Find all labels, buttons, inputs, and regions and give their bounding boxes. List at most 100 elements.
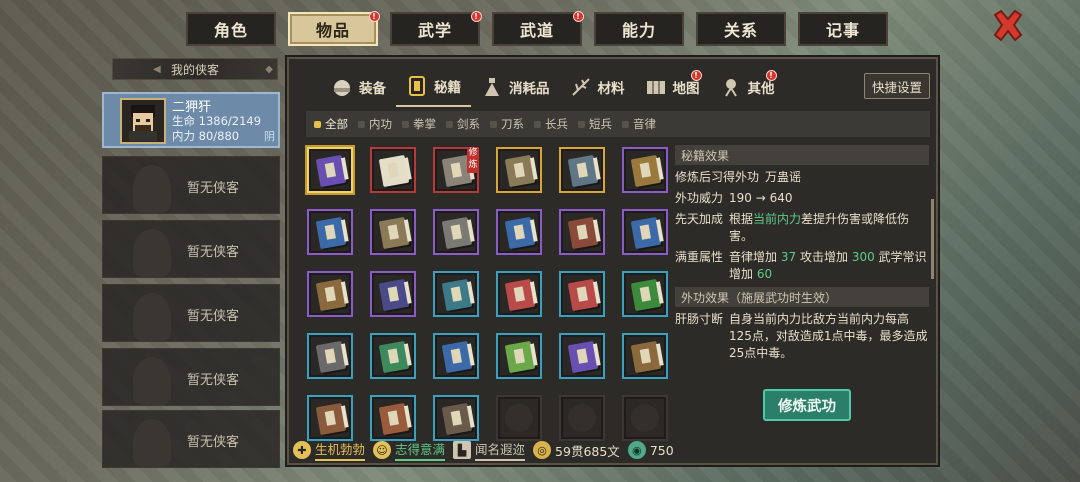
bullet-icon: [402, 120, 409, 128]
item-slot[interactable]: [433, 395, 479, 441]
empty-label: 暂无侠客: [187, 245, 240, 260]
detail-key: 外功威力: [675, 191, 724, 205]
book-label: [513, 224, 525, 240]
tab-ability[interactable]: 能力: [594, 12, 684, 46]
item-slot[interactable]: [433, 271, 479, 317]
item-slot[interactable]: [370, 147, 416, 193]
filter-polearm[interactable]: 长兵: [534, 116, 568, 132]
status-label: 59贯685文: [555, 443, 620, 459]
tab-label: 秘籍: [434, 80, 461, 96]
item-slot[interactable]: [622, 333, 668, 379]
item-slot[interactable]: [307, 147, 353, 193]
potion-icon: [481, 76, 503, 98]
empty-item-slot[interactable]: [559, 395, 605, 441]
tab-role[interactable]: 角色: [186, 12, 276, 46]
item-slot[interactable]: [370, 271, 416, 317]
item-slot[interactable]: [496, 271, 542, 317]
tab-relations[interactable]: 关系: [696, 12, 786, 46]
item-slot[interactable]: [559, 147, 605, 193]
item-slot[interactable]: [433, 209, 479, 255]
tab-items[interactable]: 物品!: [288, 11, 380, 46]
jade-icon: ◉: [627, 441, 646, 459]
item-slot[interactable]: [622, 209, 668, 255]
book-label: [639, 286, 651, 302]
detail-power-row: 外功威力 190 → 640: [675, 190, 929, 207]
item-slot[interactable]: [496, 333, 542, 379]
tab-consumables[interactable]: 消耗品: [471, 67, 560, 107]
item-slot[interactable]: [559, 209, 605, 255]
training-tag: 修炼: [467, 147, 479, 173]
book-pages: [403, 157, 412, 180]
item-slot[interactable]: [496, 147, 542, 193]
filter-neigong[interactable]: 内功: [358, 116, 392, 132]
empty-item-slot[interactable]: [622, 395, 668, 441]
detail-scrollbar[interactable]: [931, 199, 934, 279]
manual-book-icon: [441, 340, 475, 374]
power-to: 640: [769, 191, 793, 205]
filter-sword[interactable]: 剑系: [446, 116, 480, 132]
tab-equipment[interactable]: 装备: [321, 67, 396, 107]
tab-other[interactable]: 其他 !: [710, 67, 785, 107]
detail-value: 根据当前内力差提升伤害或降低伤害。: [729, 211, 929, 245]
item-slot[interactable]: [370, 209, 416, 255]
book-label: [324, 224, 336, 240]
item-slot[interactable]: [307, 271, 353, 317]
filter-music[interactable]: 音律: [622, 116, 656, 132]
text-part: 根据: [729, 212, 754, 226]
empty-hero-slot[interactable]: 暂无侠客: [102, 284, 280, 342]
silhouette-icon: [133, 357, 171, 405]
item-slot[interactable]: [307, 209, 353, 255]
bullet-icon: [578, 120, 585, 128]
manual-book-icon: [441, 278, 475, 312]
item-slot[interactable]: 修炼: [433, 147, 479, 193]
manual-book-icon: [630, 216, 664, 250]
filter-short[interactable]: 短兵: [578, 116, 612, 132]
filter-label: 内功: [369, 117, 392, 131]
book-pages: [655, 343, 664, 366]
close-icon[interactable]: [990, 8, 1026, 44]
mp-label: 内力: [172, 129, 195, 143]
empty-label: 暂无侠客: [187, 373, 240, 388]
detail-key: 肝肠寸断: [675, 312, 724, 326]
item-slot[interactable]: [307, 333, 353, 379]
status-label: 志得意满: [395, 439, 446, 461]
item-slot[interactable]: [307, 395, 353, 441]
hero-card[interactable]: 二狎犴 生命 1386/2149 内力 80/880 阴: [102, 92, 280, 148]
item-slot[interactable]: [433, 333, 479, 379]
tab-martial[interactable]: 武学!: [390, 11, 482, 46]
empty-hero-slot[interactable]: 暂无侠客: [102, 220, 280, 278]
item-slot[interactable]: [622, 271, 668, 317]
tab-wudao[interactable]: 武道!: [492, 11, 584, 46]
item-slot[interactable]: [559, 333, 605, 379]
filter-fist[interactable]: 拳掌: [402, 116, 436, 132]
empty-item-slot[interactable]: [496, 395, 542, 441]
filter-blade[interactable]: 刀系: [490, 116, 524, 132]
empty-hero-slot[interactable]: 暂无侠客: [102, 156, 280, 214]
silhouette-icon: [133, 165, 171, 213]
item-slot[interactable]: [622, 147, 668, 193]
manual-book-icon: [630, 278, 664, 312]
item-slot[interactable]: [559, 271, 605, 317]
book-pages: [655, 281, 664, 304]
item-slot[interactable]: [496, 209, 542, 255]
train-martial-button[interactable]: 修炼武功: [763, 389, 851, 421]
empty-slot-icon: [631, 404, 659, 432]
silhouette-icon: [133, 229, 171, 277]
quick-settings-button[interactable]: 快捷设置: [864, 73, 930, 99]
manual-book-icon: [315, 402, 349, 436]
item-slot[interactable]: [370, 395, 416, 441]
tab-materials[interactable]: 材料: [560, 67, 635, 107]
highlight-text: 当前内力: [753, 212, 802, 226]
empty-hero-slot[interactable]: 暂无侠客: [102, 410, 280, 468]
map-icon: [645, 76, 667, 98]
book-pages: [592, 157, 601, 180]
detail-learn-row: 修炼后习得外功 万蛊谣: [675, 169, 929, 186]
detail-value: 万蛊谣: [765, 170, 802, 184]
tab-manuals[interactable]: 秘籍: [396, 67, 471, 107]
empty-hero-slot[interactable]: 暂无侠客: [102, 348, 280, 406]
tab-map[interactable]: 地图 !: [635, 67, 710, 107]
tab-journal[interactable]: 记事: [798, 12, 888, 46]
filter-all[interactable]: 全部: [314, 116, 348, 132]
item-slot[interactable]: [370, 333, 416, 379]
book-pages: [529, 281, 538, 304]
